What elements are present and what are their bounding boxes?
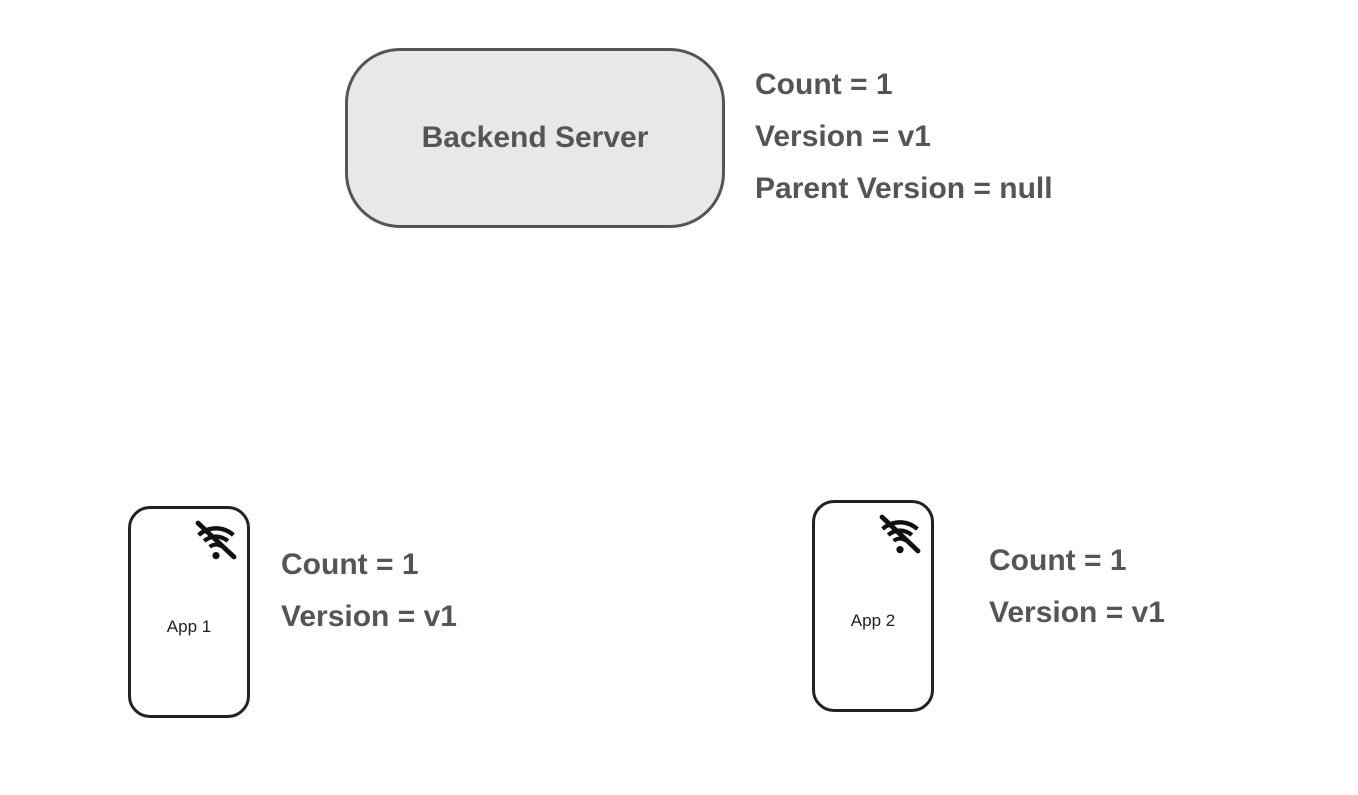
server-parent-version-prop: Parent Version = null bbox=[755, 172, 1053, 206]
client-2-props: Count = 1 Version = v1 bbox=[989, 544, 1165, 630]
server-version-prop: Version = v1 bbox=[755, 120, 1053, 154]
client-1-version-prop: Version = v1 bbox=[281, 600, 457, 634]
client-2-version-prop: Version = v1 bbox=[989, 596, 1165, 630]
server-count-prop: Count = 1 bbox=[755, 68, 1053, 102]
client-app-1: App 1 bbox=[128, 506, 250, 718]
client-2-count-prop: Count = 1 bbox=[989, 544, 1165, 578]
wifi-off-icon bbox=[187, 515, 245, 563]
client-1-props: Count = 1 Version = v1 bbox=[281, 548, 457, 634]
app-2-label: App 2 bbox=[815, 611, 931, 631]
wifi-off-icon bbox=[871, 509, 929, 557]
backend-server-label: Backend Server bbox=[422, 121, 649, 155]
client-1-count-prop: Count = 1 bbox=[281, 548, 457, 582]
backend-server-node: Backend Server bbox=[345, 48, 725, 228]
app-1-label: App 1 bbox=[131, 617, 247, 637]
client-app-2: App 2 bbox=[812, 500, 934, 712]
backend-server-props: Count = 1 Version = v1 Parent Version = … bbox=[755, 68, 1053, 206]
